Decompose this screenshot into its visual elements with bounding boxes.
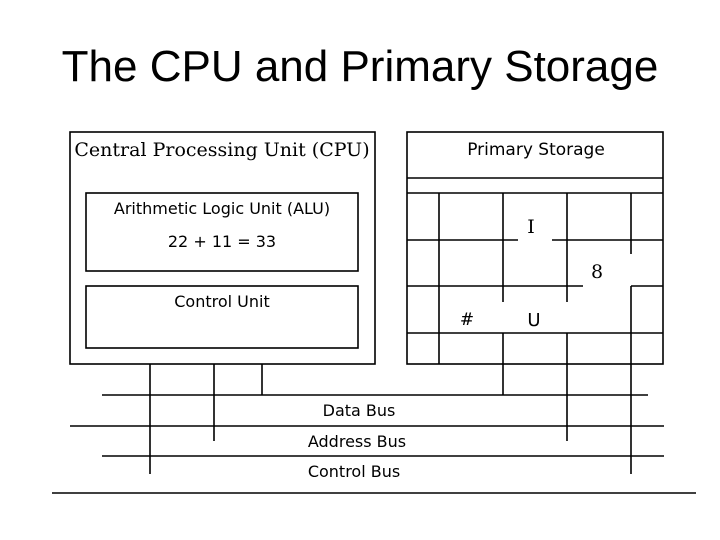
storage-cell-symbol: #: [460, 310, 474, 330]
primary-storage-grid: [406, 131, 664, 474]
cpu-label: Central Processing Unit (CPU): [74, 139, 369, 161]
data-bus-label: Data Bus: [323, 401, 396, 420]
control-bus-label: Control Bus: [308, 462, 400, 481]
address-bus-label: Address Bus: [308, 432, 406, 451]
control-unit-label: Control Unit: [174, 292, 270, 311]
storage-cell-symbol: U: [527, 310, 540, 331]
storage-cell-symbol: I: [527, 216, 535, 238]
cpu-storage-diagram: Central Processing Unit (CPU) Arithmetic…: [52, 131, 696, 494]
alu-label: Arithmetic Logic Unit (ALU): [114, 199, 330, 218]
primary-storage-label: Primary Storage: [467, 140, 605, 160]
alu-expression: 22 + 11 = 33: [168, 232, 276, 251]
storage-cell-symbol: 8: [591, 261, 603, 283]
